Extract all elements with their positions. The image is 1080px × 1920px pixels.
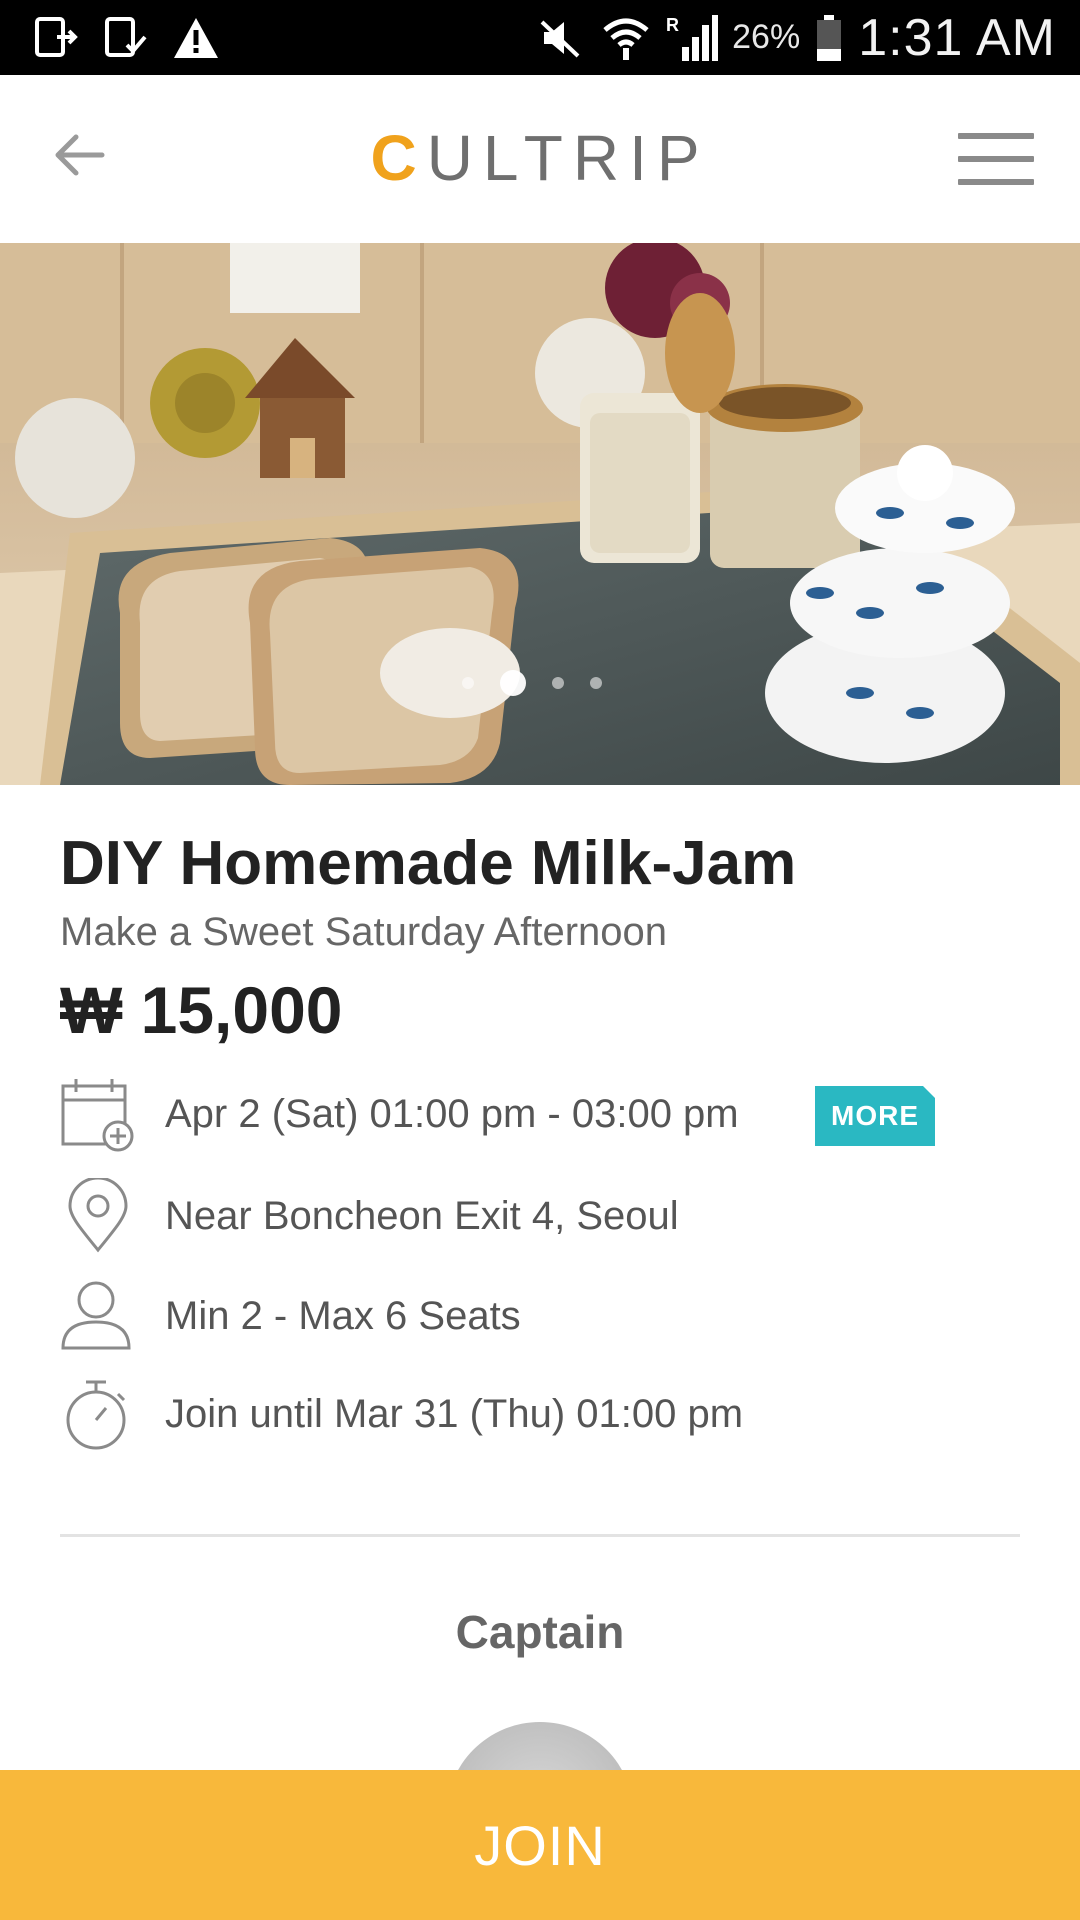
battery-percent: 26% [732,18,801,56]
hero-photo [0,243,1080,785]
status-bar-left [30,10,222,65]
event-seats: Min 2 - Max 6 Seats [165,1294,521,1338]
seats-row: Min 2 - Max 6 Seats [60,1278,1020,1358]
section-divider [60,1534,1020,1537]
deadline-row: Join until Mar 31 (Thu) 01:00 pm [60,1376,1020,1456]
event-price: ₩ 15,000 [60,973,343,1047]
carousel-dot[interactable] [552,677,564,689]
join-button[interactable]: JOIN [0,1770,1080,1920]
warning-icon [170,12,222,64]
carousel-indicator [462,670,602,696]
calendar-add-icon [61,1079,134,1152]
status-bar: R 26% 1:31 AM [0,0,1080,75]
carousel-dot[interactable] [590,677,602,689]
hamburger-menu-icon [958,133,1034,185]
event-location: Near Boncheon Exit 4, Seoul [165,1194,679,1238]
mute-icon [534,12,586,64]
carousel-dot-active[interactable] [500,670,526,696]
event-date: Apr 2 (Sat) 01:00 pm - 03:00 pm [165,1092,739,1136]
app-logo[interactable]: CULTRIP [0,121,1080,195]
location-row[interactable]: Near Boncheon Exit 4, Seoul [60,1178,1020,1258]
hero-image[interactable] [0,243,1080,785]
app-header: CULTRIP [0,75,1080,245]
download-done-icon [100,12,152,64]
svg-text:R: R [666,15,679,35]
event-deadline: Join until Mar 31 (Thu) 01:00 pm [165,1392,744,1436]
logo-text: ULTRIP [426,122,710,194]
signal-icon: R [666,12,719,64]
battery-icon [814,12,844,64]
person-icon [61,1281,131,1350]
carousel-dot[interactable] [462,677,474,689]
event-subtitle: Make a Sweet Saturday Afternoon [60,910,668,954]
event-title: DIY Homemade Milk-Jam [60,829,797,898]
clock: 1:31 AM [858,8,1056,67]
menu-button[interactable] [958,133,1034,189]
logo-letter-c: C [370,122,427,194]
status-bar-right: R 26% 1:31 AM [534,0,1056,75]
wifi-icon [600,12,652,64]
more-dates-button[interactable]: MORE [815,1086,935,1146]
captain-heading: Captain [455,1606,625,1658]
location-pin-icon [68,1178,128,1253]
stopwatch-icon [66,1380,126,1450]
download-icon [30,12,82,64]
